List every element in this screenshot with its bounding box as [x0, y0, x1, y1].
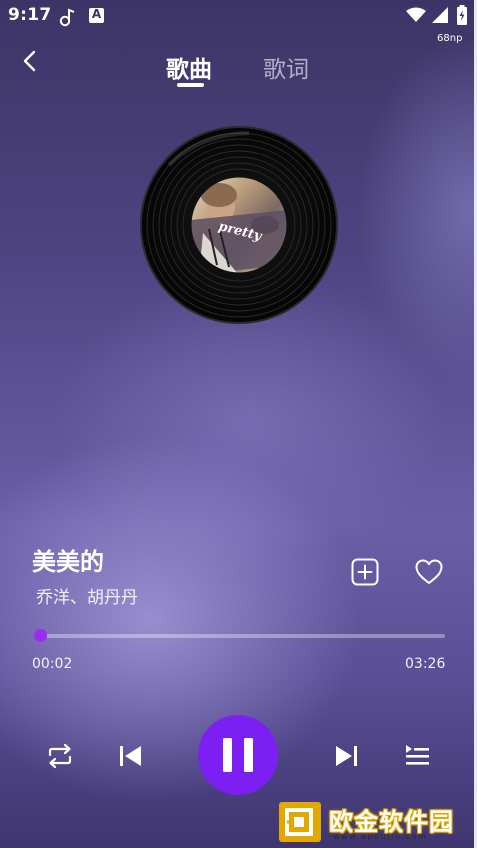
add-to-playlist-icon[interactable]: [350, 557, 380, 587]
total-time: 03:26: [405, 656, 446, 672]
music-note-icon: [59, 8, 75, 27]
progress-thumb[interactable]: [34, 629, 48, 642]
tab-song[interactable]: 歌曲: [166, 50, 212, 84]
watermark: 欧金软件园 www.apoujin.com: [277, 800, 473, 844]
watermark-url: www.apoujin.com: [333, 832, 428, 841]
song-artist: 乔洋、胡丹丹: [36, 588, 138, 608]
battery-charging-icon: [457, 5, 467, 25]
current-time: 00:02: [32, 656, 73, 672]
active-tab-indicator: [177, 83, 204, 87]
tab-lyrics[interactable]: 歌词: [263, 50, 309, 84]
heart-icon[interactable]: [414, 557, 444, 587]
playlist-icon[interactable]: [402, 741, 432, 771]
song-title: 美美的: [32, 548, 104, 576]
pause-button[interactable]: [198, 715, 278, 795]
vinyl-record: pretty: [140, 126, 338, 324]
notification-a-icon: A: [89, 7, 104, 23]
repeat-icon[interactable]: [45, 741, 75, 771]
wifi-icon: [406, 7, 426, 22]
skip-previous-icon[interactable]: [116, 741, 146, 771]
skip-next-icon[interactable]: [331, 741, 361, 771]
status-bar: 9:17 A: [0, 0, 474, 32]
pause-icon: [223, 738, 253, 772]
network-speed: 68np: [437, 33, 463, 44]
back-arrow-icon[interactable]: [18, 48, 44, 74]
status-time: 9:17: [8, 5, 52, 25]
progress-bar[interactable]: [34, 629, 445, 642]
signal-icon: [432, 7, 448, 23]
watermark-logo: [279, 802, 321, 842]
